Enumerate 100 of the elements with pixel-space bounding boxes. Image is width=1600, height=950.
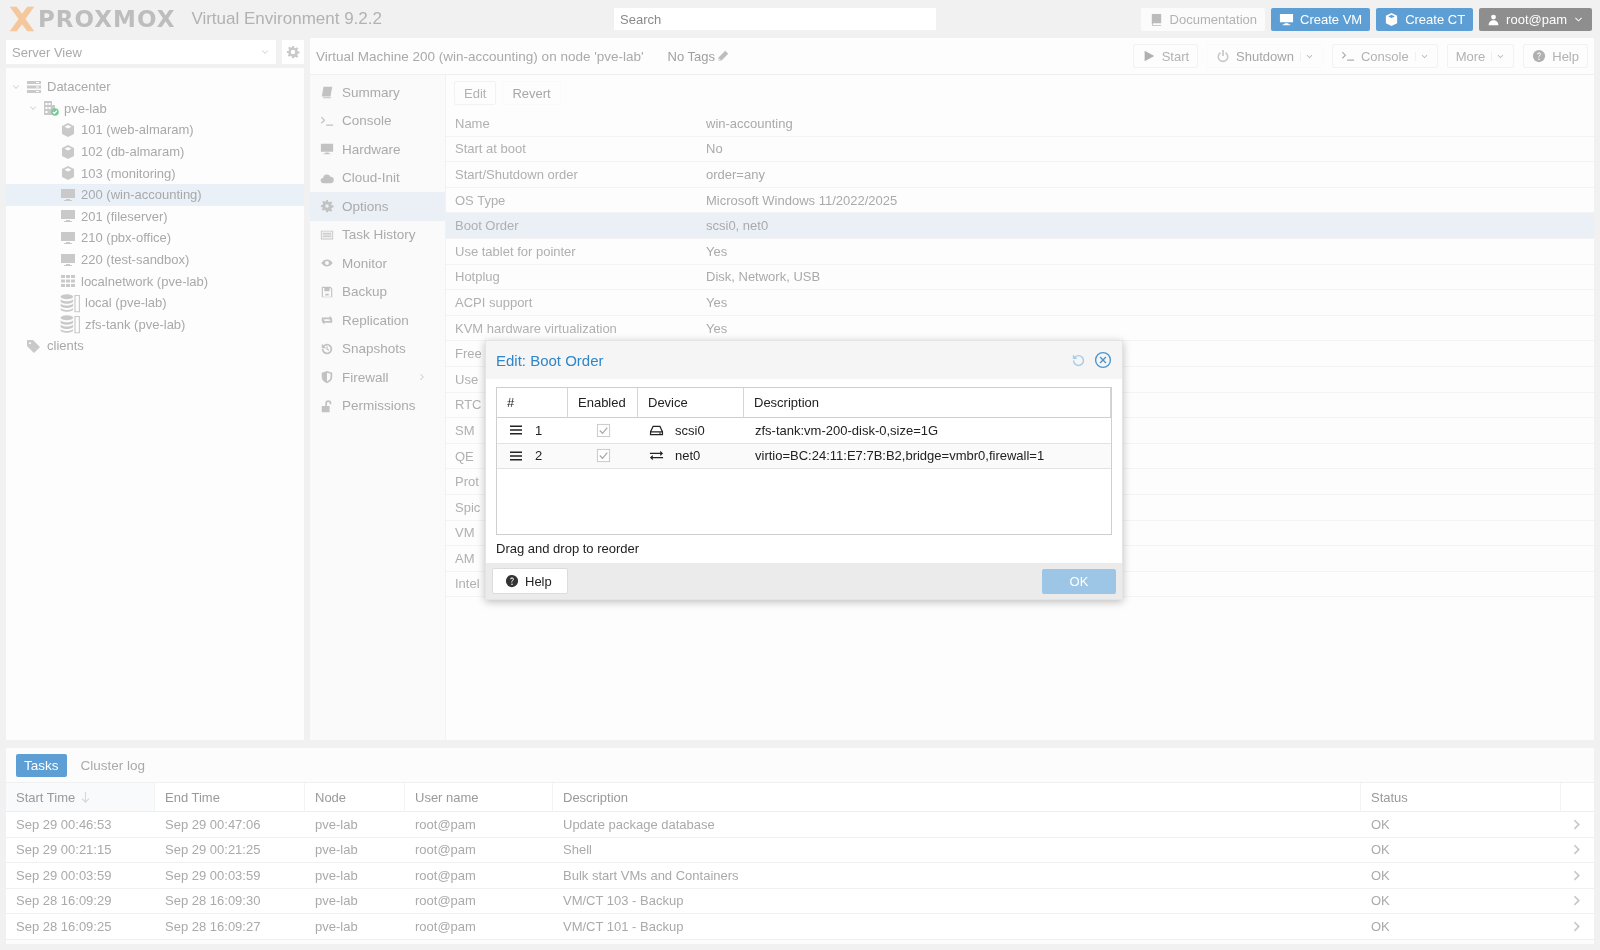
- option-label: Free: [455, 346, 482, 362]
- column-header[interactable]: Start Time: [6, 783, 155, 812]
- menu-item[interactable]: Console: [310, 106, 445, 135]
- tab[interactable]: Cluster log: [72, 753, 154, 777]
- option-row[interactable]: Hotplug Disk, Network, USB: [446, 264, 1594, 291]
- device-description: zfs-tank:vm-200-disk-0,size=1G: [755, 422, 939, 438]
- tree-item[interactable]: 101 (web-almaram): [6, 119, 304, 141]
- power-icon: [1216, 49, 1231, 63]
- settings-button[interactable]: [282, 40, 304, 64]
- table-cell: OK: [1361, 837, 1561, 863]
- tree-item[interactable]: pve-lab: [6, 97, 304, 120]
- menu-item[interactable]: Permissions: [310, 391, 445, 420]
- option-label: Boot Order: [455, 218, 519, 234]
- column-header: Device: [638, 388, 744, 417]
- menu-item[interactable]: Replication: [310, 306, 445, 335]
- menu-item[interactable]: Backup: [310, 277, 445, 306]
- checkbox[interactable]: [595, 448, 611, 464]
- option-label: Start/Shutdown order: [455, 167, 578, 182]
- tree-item[interactable]: 201 (fileserver): [6, 205, 304, 228]
- documentation-button[interactable]: Documentation: [1140, 7, 1265, 31]
- user-icon: [1487, 12, 1501, 26]
- table-cell: root@pam: [405, 914, 553, 940]
- option-label: Spic: [455, 499, 481, 515]
- tree-item[interactable]: 102 (db-almaram): [6, 140, 304, 163]
- ok-button[interactable]: OK: [1042, 568, 1116, 594]
- console-button[interactable]: Console: [1331, 44, 1438, 68]
- option-label: RTC: [455, 397, 482, 413]
- option-label: Use: [455, 371, 479, 387]
- column-header: #: [497, 388, 568, 417]
- column-header[interactable]: User name: [405, 783, 553, 812]
- menu-item[interactable]: Options: [310, 192, 445, 221]
- option-value: Yes: [706, 243, 728, 259]
- table-cell: OK: [1361, 914, 1561, 940]
- help-button[interactable]: Help: [492, 568, 568, 594]
- option-label: Prot: [455, 474, 479, 490]
- table-cell: Bulk start VMs and Containers: [553, 863, 1361, 889]
- option-row[interactable]: Use tablet for pointer Yes: [446, 238, 1594, 265]
- option-value: Disk, Network, USB: [706, 269, 821, 285]
- product-version: Virtual Environment 9.2.2: [191, 9, 382, 29]
- help-button[interactable]: Help: [1523, 44, 1588, 68]
- tree-item[interactable]: Datacenter: [6, 76, 304, 98]
- column-header[interactable]: End Time: [155, 783, 305, 812]
- option-row[interactable]: Boot Order scsi0, net0: [446, 213, 1594, 239]
- option-row[interactable]: Start at boot No: [446, 136, 1594, 163]
- create-vm-button[interactable]: Create VM: [1271, 7, 1371, 31]
- table-cell: root@pam: [405, 812, 553, 838]
- table-cell: root@pam: [405, 863, 553, 889]
- tree-item[interactable]: zfs-tank (pve-lab): [6, 313, 304, 336]
- option-row[interactable]: Start/Shutdown order order=any: [446, 162, 1594, 188]
- table-cell: root@pam: [405, 837, 553, 863]
- monitor-icon: [1279, 11, 1294, 27]
- menu-item[interactable]: Cloud-Init: [310, 163, 445, 192]
- start-button[interactable]: Start: [1132, 44, 1199, 68]
- menu-item[interactable]: Monitor: [310, 249, 445, 278]
- help-icon: [505, 574, 519, 588]
- create-ct-button[interactable]: Create CT: [1376, 7, 1474, 31]
- dialog-title: Edit: Boot Order: [496, 351, 605, 369]
- menu-item[interactable]: Task History: [310, 220, 445, 249]
- table-cell: pve-lab: [305, 863, 405, 889]
- tags-editor[interactable]: No Tags: [667, 48, 730, 64]
- menu-item[interactable]: Snapshots: [310, 334, 445, 363]
- table-cell: Sep 29 00:03:59: [6, 863, 155, 889]
- table-cell: Sep 28 16:09:29: [6, 888, 155, 914]
- tree-item[interactable]: localnetwork (pve-lab): [6, 270, 304, 292]
- unlock-icon: [320, 398, 334, 413]
- container-icon: [60, 143, 76, 160]
- column-header[interactable]: Node: [305, 783, 405, 812]
- device-name: net0: [675, 448, 701, 464]
- order-number: 1: [535, 422, 543, 438]
- tree-item[interactable]: local (pve-lab): [6, 291, 304, 314]
- tree-item[interactable]: 220 (test-sandbox): [6, 248, 304, 271]
- tab[interactable]: Tasks: [16, 753, 67, 777]
- column-header[interactable]: Status: [1361, 783, 1561, 812]
- tree-item[interactable]: 200 (win-accounting): [6, 183, 304, 206]
- user-menu-button[interactable]: root@pam: [1479, 7, 1592, 31]
- tags-icon: [26, 337, 42, 354]
- menu-item[interactable]: Firewall: [310, 363, 445, 392]
- menu-item[interactable]: Hardware: [310, 135, 445, 164]
- table-cell: Sep 28 16:09:27: [155, 914, 305, 940]
- option-value: No: [706, 141, 723, 157]
- tree-item[interactable]: clients: [6, 335, 304, 357]
- checkbox[interactable]: [595, 422, 611, 438]
- column-header[interactable]: Description: [553, 783, 1361, 812]
- view-selector[interactable]: Server View: [6, 40, 276, 64]
- option-value: Microsoft Windows 11/2022/2025: [706, 192, 898, 208]
- menu-item[interactable]: Summary: [310, 78, 445, 107]
- reset-icon: [1071, 352, 1086, 368]
- server-rack-icon: [26, 78, 42, 95]
- table-cell: VM/CT 103 - Backup: [553, 888, 1361, 914]
- container-icon: [60, 165, 76, 182]
- tree-item[interactable]: 210 (pbx-office): [6, 227, 304, 249]
- option-row[interactable]: Name win-accounting: [446, 111, 1594, 137]
- tree-item[interactable]: 103 (monitoring): [6, 162, 304, 184]
- storage-icon: [60, 314, 80, 335]
- option-row[interactable]: ACPI support Yes: [446, 290, 1594, 316]
- search-field[interactable]: Search: [614, 8, 936, 30]
- option-value: order=any: [706, 167, 765, 182]
- more-button[interactable]: More: [1446, 44, 1515, 68]
- edit-button[interactable]: Edit: [454, 81, 497, 105]
- device-description: virtio=BC:24:11:E7:7B:B2,bridge=vmbr0,firewall=1: [755, 448, 1045, 464]
